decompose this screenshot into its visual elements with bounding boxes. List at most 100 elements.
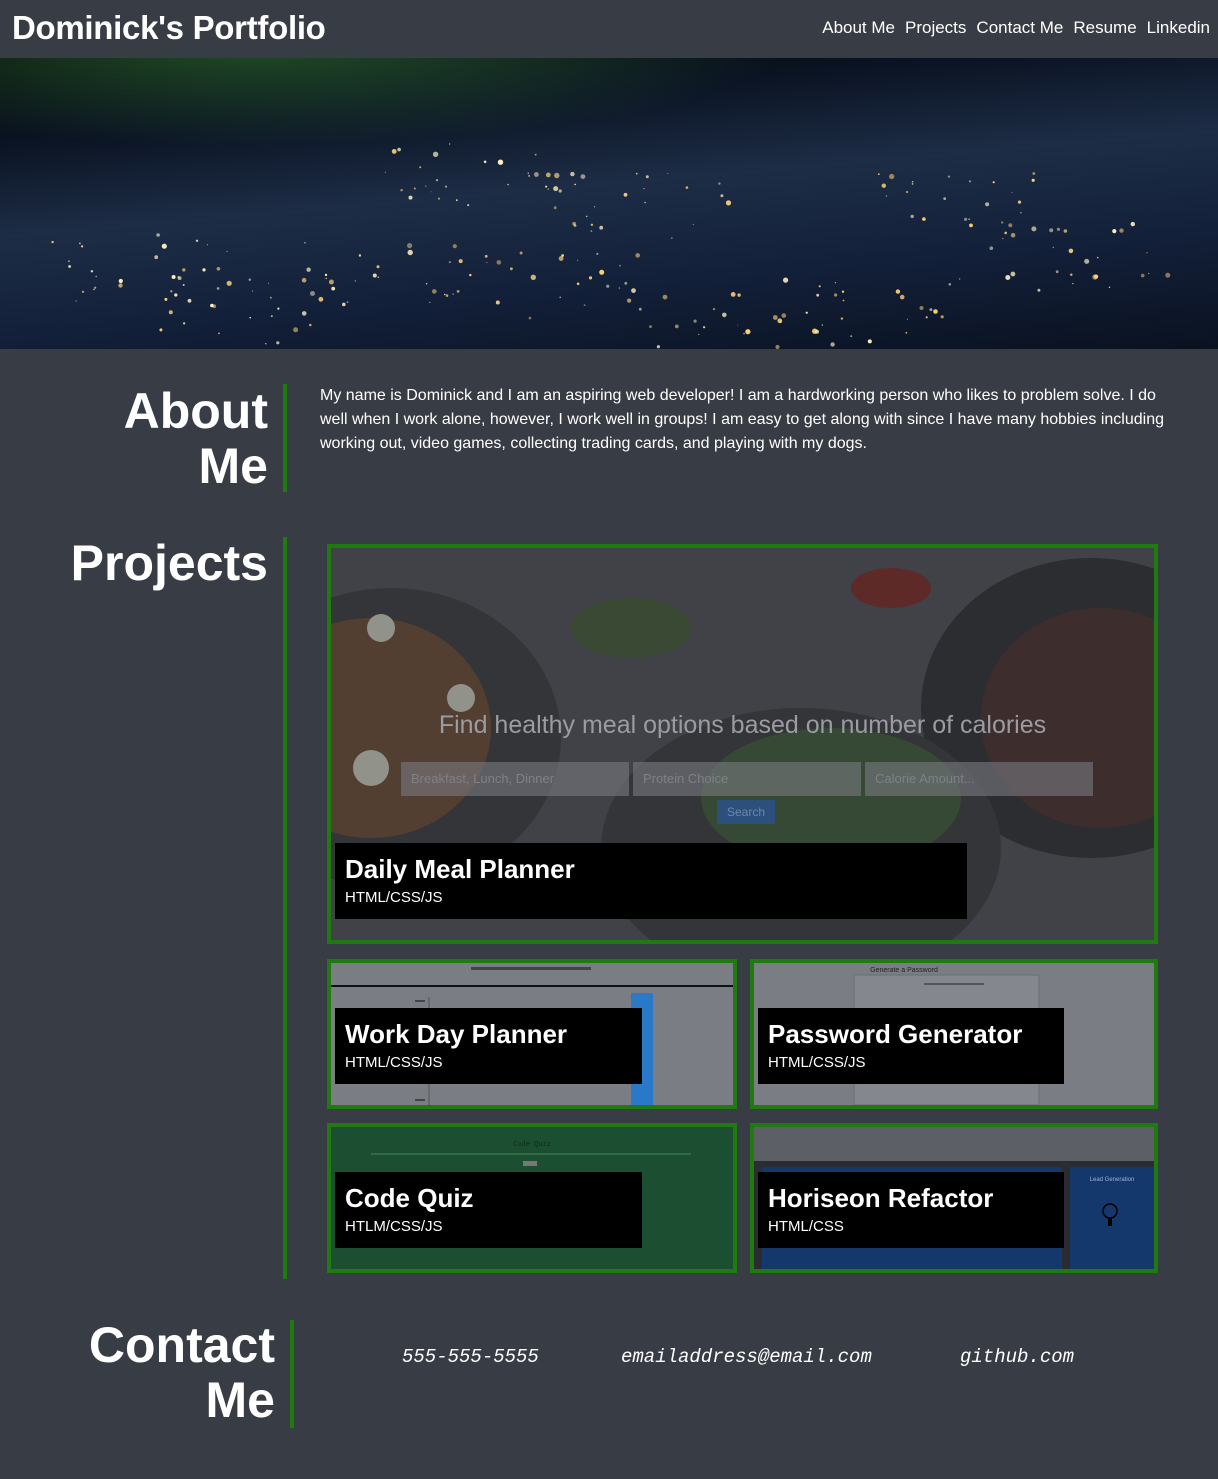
- city-light: [94, 286, 97, 289]
- city-light: [644, 201, 646, 204]
- city-light: [877, 173, 880, 175]
- city-light: [553, 186, 559, 192]
- city-light: [743, 332, 745, 335]
- city-light: [318, 296, 324, 302]
- city-light: [1146, 252, 1148, 254]
- city-light: [486, 261, 488, 263]
- meal-search-button: Search: [717, 800, 775, 824]
- city-light: [168, 310, 173, 315]
- projects-divider: [283, 537, 287, 1279]
- city-light: [599, 269, 605, 275]
- project-card-code-quiz[interactable]: Code Quiz Code Quiz HTLM/CSS/JS: [327, 1123, 737, 1273]
- city-light: [324, 273, 328, 277]
- city-light: [576, 282, 580, 286]
- city-light: [156, 233, 160, 237]
- city-light: [818, 285, 821, 288]
- city-light: [301, 277, 307, 283]
- city-light: [483, 160, 487, 164]
- city-light: [623, 192, 628, 197]
- city-light: [649, 325, 652, 328]
- city-light: [662, 294, 668, 300]
- city-light: [969, 223, 973, 228]
- city-light: [821, 324, 824, 326]
- city-light: [1094, 274, 1099, 279]
- site-header: Dominick's Portfolio About Me Projects C…: [0, 0, 1218, 58]
- city-light: [534, 153, 537, 156]
- projects-heading: Projects: [70, 535, 268, 591]
- city-light: [448, 261, 451, 264]
- city-light: [670, 237, 673, 240]
- city-light: [429, 301, 431, 304]
- city-light: [397, 147, 401, 152]
- contact-phone[interactable]: 555-555-5555: [402, 1346, 539, 1368]
- city-light: [437, 197, 441, 200]
- city-light: [553, 206, 557, 210]
- nav-resume[interactable]: Resume: [1073, 18, 1136, 38]
- city-light: [444, 185, 448, 188]
- city-light: [933, 309, 938, 314]
- city-light: [1031, 226, 1037, 232]
- city-light: [590, 230, 593, 233]
- city-light: [590, 223, 594, 226]
- city-light: [306, 267, 311, 272]
- city-light: [745, 329, 751, 335]
- city-light: [643, 187, 645, 190]
- city-light: [815, 329, 819, 334]
- city-light: [638, 307, 642, 311]
- city-light: [174, 293, 178, 297]
- city-light: [376, 265, 380, 269]
- city-light: [712, 307, 716, 311]
- nav-contact-me[interactable]: Contact Me: [976, 18, 1063, 38]
- city-light: [445, 294, 449, 297]
- city-light: [265, 343, 267, 345]
- city-light: [118, 278, 123, 284]
- project-card-password-generator[interactable]: Generate a Password Password Generator H…: [750, 959, 1158, 1109]
- city-light: [561, 254, 564, 257]
- calorie-field: Calorie Amount...: [865, 762, 1093, 796]
- city-light: [51, 240, 54, 244]
- city-light: [693, 319, 697, 323]
- city-light: [432, 151, 439, 157]
- city-light: [1037, 288, 1041, 292]
- city-light: [674, 324, 679, 329]
- city-light: [588, 276, 593, 280]
- city-light: [325, 277, 327, 280]
- city-light: [452, 293, 454, 295]
- nav-linkedin[interactable]: Linkedin: [1147, 18, 1210, 38]
- city-light: [309, 323, 312, 327]
- city-lights: [51, 143, 1171, 349]
- city-light: [346, 301, 349, 303]
- city-light: [1004, 231, 1007, 235]
- project-label: Code Quiz HTLM/CSS/JS: [335, 1172, 642, 1248]
- city-light: [1130, 221, 1136, 227]
- city-light: [911, 180, 914, 183]
- project-card-horiseon-refactor[interactable]: Lead Generation Horiseon Refactor HTML/C…: [750, 1123, 1158, 1273]
- project-label: Horiseon Refactor HTML/CSS: [758, 1172, 1064, 1248]
- project-tech: HTML/CSS/JS: [768, 1054, 866, 1071]
- city-light: [342, 302, 346, 307]
- city-light: [68, 265, 71, 268]
- city-light: [816, 293, 820, 297]
- city-light: [594, 206, 596, 208]
- city-light: [737, 324, 739, 326]
- project-card-meal-planner[interactable]: Find healthy meal options based on numbe…: [327, 544, 1158, 944]
- city-light: [161, 243, 167, 249]
- city-light: [276, 341, 280, 345]
- contact-github[interactable]: github.com: [960, 1346, 1074, 1368]
- project-tech: HTLM/CSS/JS: [345, 1218, 443, 1235]
- city-light: [444, 293, 446, 296]
- nav-about-me[interactable]: About Me: [822, 18, 895, 38]
- city-light: [154, 255, 159, 260]
- city-light: [834, 282, 837, 284]
- city-light: [202, 268, 206, 272]
- city-light: [425, 282, 428, 285]
- city-light: [469, 273, 472, 277]
- city-light: [391, 149, 397, 154]
- nav-projects[interactable]: Projects: [905, 18, 966, 38]
- city-light: [354, 280, 356, 282]
- city-light: [171, 275, 176, 279]
- city-light: [1112, 229, 1117, 234]
- contact-email[interactable]: emailaddress@email.com: [621, 1346, 872, 1368]
- project-card-work-day-planner[interactable]: Work Day Planner HTML/CSS/JS: [327, 959, 737, 1109]
- city-light: [943, 197, 947, 201]
